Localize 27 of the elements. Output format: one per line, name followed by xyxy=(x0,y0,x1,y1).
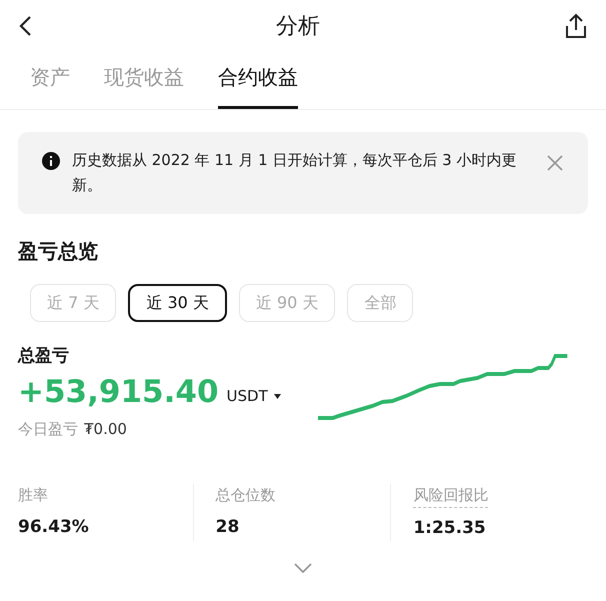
notice-text: 历史数据从 2022 年 11 月 1 日开始计算，每次平仓后 3 小时内更新。 xyxy=(72,150,517,196)
today-label: 今日盈亏 xyxy=(18,418,78,440)
info-icon xyxy=(42,152,60,170)
caret-icon xyxy=(274,394,281,399)
tab[interactable]: 现货收益 xyxy=(104,52,184,109)
share-icon[interactable] xyxy=(564,13,588,39)
period-chip[interactable]: 近 90 天 xyxy=(238,284,336,322)
today-value: ₮0.00 xyxy=(84,418,127,440)
total-value: +53,915.40 xyxy=(18,372,219,412)
currency-dropdown[interactable]: USDT xyxy=(226,385,281,408)
period-chip[interactable]: 近 30 天 xyxy=(128,284,227,322)
back-icon[interactable] xyxy=(18,15,32,37)
period-chip[interactable]: 全部 xyxy=(347,284,414,322)
stat-value: 28 xyxy=(216,516,240,538)
stat-value: 96.43% xyxy=(18,516,90,538)
period-chip[interactable]: 近 7 天 xyxy=(30,284,116,322)
chevron-down-icon[interactable] xyxy=(294,563,312,573)
tab[interactable]: 资产 xyxy=(30,52,70,109)
page-title: 分析 xyxy=(276,12,320,40)
total-label: 总盈亏 xyxy=(18,345,70,368)
stat-label: 风险回报比 xyxy=(413,484,488,508)
stat-label: 胜率 xyxy=(18,485,48,506)
stat-value: 1:25.35 xyxy=(413,516,487,540)
stat-label: 总仓位数 xyxy=(216,485,276,506)
close-icon[interactable] xyxy=(546,154,564,172)
tab[interactable]: 合约收益 xyxy=(218,52,298,109)
section-heading: 盈亏总览 xyxy=(16,238,99,265)
